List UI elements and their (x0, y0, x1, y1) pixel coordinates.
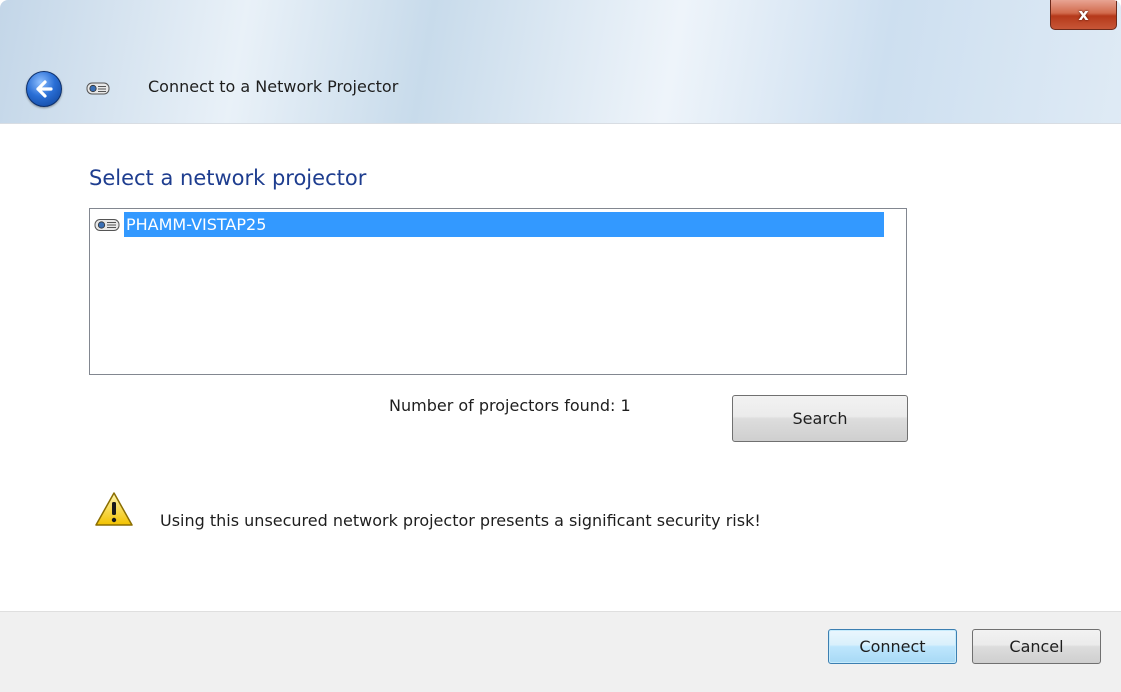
back-arrow-icon (36, 80, 53, 98)
projectors-found-count: Number of projectors found: 1 (389, 396, 631, 415)
page-heading: Select a network projector (89, 166, 367, 190)
close-button[interactable]: x (1050, 0, 1117, 30)
dialog-footer: Connect Cancel (0, 611, 1121, 692)
search-button[interactable]: Search (732, 395, 908, 442)
content-area: Select a network projector PHAMM-VISTAP2… (0, 123, 1121, 612)
back-button[interactable] (26, 71, 62, 107)
projector-list[interactable]: PHAMM-VISTAP25 (89, 208, 907, 375)
list-item[interactable]: PHAMM-VISTAP25 (94, 212, 884, 237)
dialog-window: x Connect to a Network Projector Select … (0, 0, 1121, 692)
network-projector-icon (94, 218, 120, 231)
warning-icon (95, 492, 133, 526)
close-icon: x (1078, 5, 1089, 24)
window-title: Connect to a Network Projector (148, 77, 399, 96)
network-projector-icon (86, 82, 110, 95)
security-warning-text: Using this unsecured network projector p… (160, 511, 761, 530)
cancel-button[interactable]: Cancel (972, 629, 1101, 664)
connect-button[interactable]: Connect (828, 629, 957, 664)
projector-name: PHAMM-VISTAP25 (124, 212, 884, 237)
